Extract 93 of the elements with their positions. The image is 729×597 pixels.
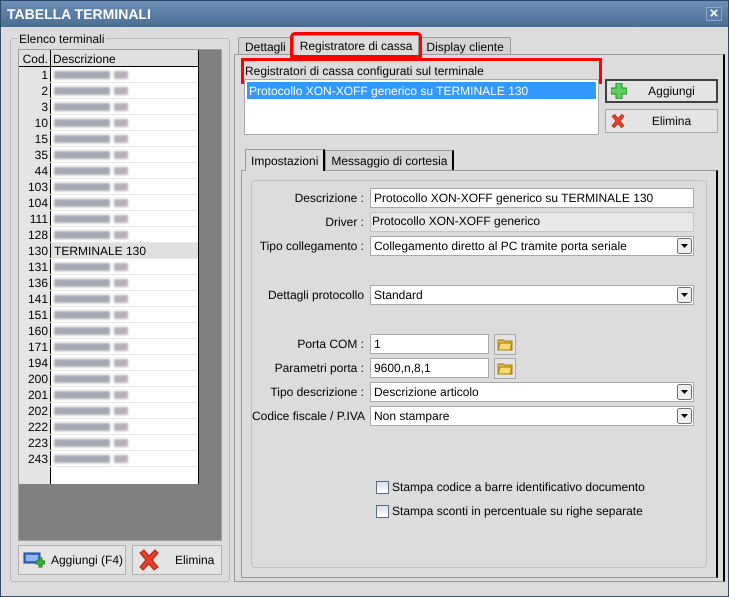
code-cell: 223 — [19, 435, 51, 450]
table-row[interactable]: 131 — [19, 259, 198, 275]
tab[interactable]: Display cliente — [419, 37, 511, 54]
field-label: Tipo descrizione : — [269, 384, 365, 401]
dropdown[interactable]: Standard — [370, 285, 694, 305]
plus-icon — [611, 83, 627, 99]
checkbox-label[interactable]: Stampa codice a barre identificativo documento — [392, 478, 645, 496]
table-row[interactable]: 141 — [19, 291, 198, 307]
code-cell: 10 — [19, 115, 51, 130]
code-cell: 151 — [19, 307, 51, 322]
code-cell: 160 — [19, 323, 51, 338]
table-row[interactable]: 202 — [19, 403, 198, 419]
code-cell: 130 — [19, 243, 51, 258]
checkbox[interactable] — [376, 480, 389, 494]
table-row[interactable]: 243 — [19, 451, 198, 467]
field-label: Tipo collegamento : — [258, 238, 365, 255]
table-row[interactable]: 194 — [19, 355, 198, 371]
table-row[interactable]: 130 TERMINALE 130 — [19, 243, 198, 259]
add-button[interactable]: Aggiungi — [605, 79, 718, 103]
table-row[interactable]: 222 — [19, 419, 198, 435]
table-row[interactable]: 1 — [19, 67, 198, 83]
code-cell: 136 — [19, 275, 51, 290]
tab[interactable]: Dettagli — [238, 37, 293, 54]
monitor-add-icon — [23, 551, 45, 569]
field-label: Porta COM : — [296, 336, 365, 353]
tab[interactable]: Messaggio di cortesia — [325, 150, 454, 170]
folder-icon — [497, 337, 513, 351]
code-cell: 243 — [19, 451, 51, 466]
tab[interactable]: Registratore di cassa — [292, 35, 420, 55]
code-cell: 200 — [19, 371, 51, 386]
table-row[interactable]: 200 — [19, 371, 198, 387]
code-cell: 141 — [19, 291, 51, 306]
code-cell: 3 — [19, 99, 51, 114]
code-cell: 111 — [19, 211, 51, 226]
field-label: Dettagli protocollo — [266, 287, 365, 304]
table-row[interactable]: 35 — [19, 147, 198, 163]
code-cell: 1 — [19, 67, 51, 82]
table-row[interactable]: 160 — [19, 323, 198, 339]
checkbox[interactable] — [376, 504, 389, 518]
browse-button[interactable] — [494, 358, 516, 378]
folder-icon — [497, 361, 513, 375]
delete-button[interactable]: Elimina — [605, 109, 718, 133]
close-button[interactable]: × — [706, 7, 722, 21]
field-label: Driver : — [324, 214, 365, 231]
text-field[interactable]: Protocollo XON-XOFF generico su TERMINALE 130 — [370, 188, 694, 208]
list-title: Registratori di cassa configurati sul terminale — [245, 63, 485, 80]
table-row[interactable]: 128 — [19, 227, 198, 243]
table-row[interactable]: 104 — [19, 195, 198, 211]
table-row[interactable]: 223 — [19, 435, 198, 451]
description-cell: TERMINALE 130 — [54, 242, 146, 258]
code-cell: 201 — [19, 387, 51, 402]
table-row[interactable]: 151 — [19, 307, 198, 323]
dropdown[interactable]: Collegamento diretto al PC tramite porta seriale — [370, 236, 694, 256]
text-field[interactable]: 1 — [370, 334, 489, 354]
code-cell: 35 — [19, 147, 51, 162]
table-row[interactable]: 10 — [19, 115, 198, 131]
tab[interactable]: Impostazioni — [245, 149, 326, 171]
code-cell: 15 — [19, 131, 51, 146]
field-label: Codice fiscale / P.IVA — [252, 408, 366, 425]
table-row[interactable]: 3 — [19, 99, 198, 115]
table-row[interactable]: 201 — [19, 387, 198, 403]
table-row[interactable]: 44 — [19, 163, 198, 179]
table-row[interactable]: 111 — [19, 211, 198, 227]
code-cell: 194 — [19, 355, 51, 370]
delete-button[interactable]: Elimina — [132, 545, 222, 575]
cross-icon — [137, 548, 161, 572]
code-cell: 44 — [19, 163, 51, 178]
dropdown[interactable]: Non stampare — [370, 406, 694, 426]
table-row[interactable]: 136 — [19, 275, 198, 291]
table-row[interactable]: 2 — [19, 83, 198, 99]
window-title: TABELLA TERMINALI — [7, 4, 151, 24]
code-cell: 171 — [19, 339, 51, 354]
code-cell: 104 — [19, 195, 51, 210]
table-row[interactable]: 15 — [19, 131, 198, 147]
code-cell: 222 — [19, 419, 51, 434]
code-cell: 131 — [19, 259, 51, 274]
cross-icon — [610, 113, 626, 129]
code-cell: 2 — [19, 83, 51, 98]
code-cell: 128 — [19, 227, 51, 242]
table-row[interactable]: 171 — [19, 339, 198, 355]
checkbox-label[interactable]: Stampa sconti in percentuale su righe separate — [392, 502, 643, 520]
text-field[interactable]: 9600,n,8,1 — [370, 358, 489, 378]
column-header[interactable]: Descrizione — [51, 50, 198, 66]
table-row[interactable]: 103 — [19, 179, 198, 195]
dropdown[interactable]: Descrizione articolo — [370, 382, 694, 402]
column-header[interactable]: Cod. — [19, 50, 51, 66]
field-label: Descrizione : — [294, 190, 365, 207]
browse-button[interactable] — [494, 334, 516, 354]
code-cell: 103 — [19, 179, 51, 194]
add-button[interactable]: Aggiungi (F4) — [18, 545, 126, 575]
readonly-field: Protocollo XON-XOFF generico — [370, 212, 694, 232]
field-label: Parametri porta : — [274, 360, 365, 377]
code-cell: 202 — [19, 403, 51, 418]
